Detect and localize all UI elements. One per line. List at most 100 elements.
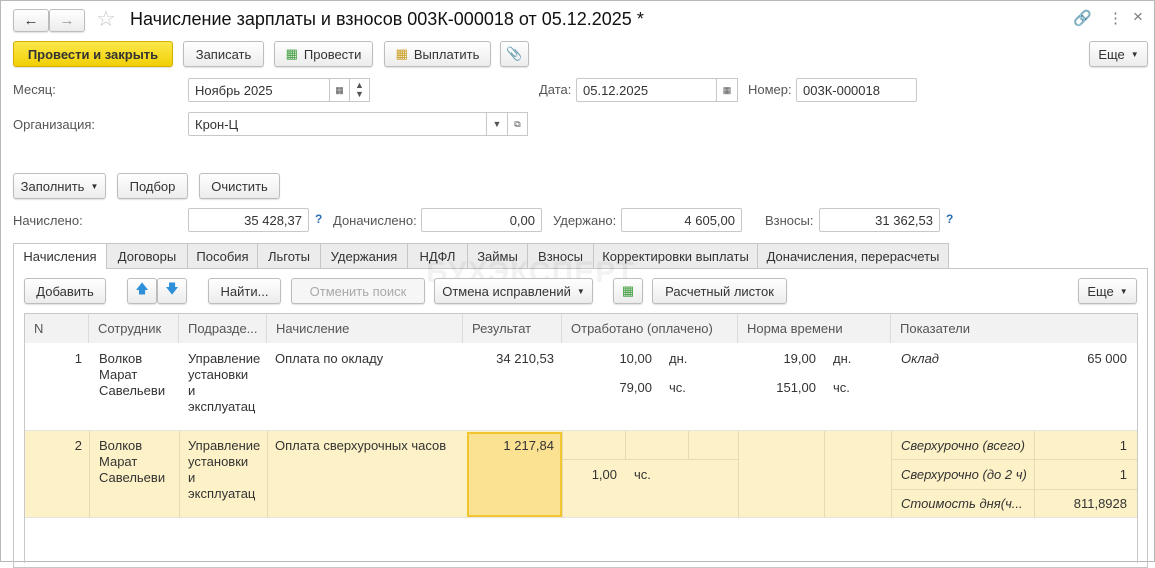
chevron-down-icon: ▼: [90, 181, 99, 191]
divider: [179, 431, 180, 518]
chevron-down-icon: ▼: [1119, 286, 1128, 296]
divider: [738, 431, 739, 518]
month-spinner[interactable]: ▲ ▼: [349, 78, 370, 102]
tab-accruals[interactable]: Начисления: [13, 243, 107, 269]
close-icon[interactable]: ×: [1133, 7, 1143, 27]
col-indicators[interactable]: Показатели: [891, 314, 1137, 343]
employee-line: Савельеви: [99, 383, 166, 398]
divider: [89, 431, 90, 518]
tab-recalculations[interactable]: Доначисления, перерасчеты: [757, 243, 949, 268]
clear-button[interactable]: Очистить: [199, 173, 280, 199]
accrued-field: 35 428,37: [188, 208, 309, 232]
document-window: ← → ☆ Начисление зарплаты и взносов 003К…: [0, 0, 1155, 568]
indicator-name: Оклад: [901, 351, 939, 366]
paperclip-icon: 📎: [506, 46, 523, 61]
col-employee[interactable]: Сотрудник: [89, 314, 179, 343]
chevron-down-icon: ▼: [1130, 49, 1139, 59]
open-icon[interactable]: ⧉: [507, 112, 528, 136]
employee-line: Волков: [99, 351, 143, 366]
col-accrual[interactable]: Начисление: [267, 314, 463, 343]
divider: [562, 459, 738, 460]
result-cell: 34 210,53: [496, 351, 554, 366]
more-icon[interactable]: ⋮: [1108, 9, 1123, 27]
table-more-button[interactable]: Еще ▼: [1078, 278, 1137, 304]
post-and-close-button[interactable]: Провести и закрыть: [13, 41, 173, 67]
attach-button[interactable]: 📎: [500, 41, 529, 67]
star-icon[interactable]: ☆: [96, 6, 116, 32]
move-down-button[interactable]: 🡇: [157, 278, 187, 304]
tab-benefits[interactable]: Пособия: [187, 243, 258, 268]
divider: [891, 431, 892, 518]
back-button[interactable]: ←: [13, 9, 49, 32]
tab-contracts[interactable]: Договоры: [106, 243, 188, 268]
worked-days-unit: дн.: [669, 351, 688, 366]
pay-label: Выплатить: [413, 46, 480, 62]
cancel-corrections-button[interactable]: Отмена исправлений ▼: [434, 278, 593, 304]
spin-down-icon[interactable]: ▼: [355, 90, 364, 99]
number-input[interactable]: 003К-000018: [796, 78, 917, 102]
move-up-button[interactable]: 🡅: [127, 278, 157, 304]
col-n[interactable]: N: [25, 314, 89, 343]
col-norm[interactable]: Норма времени: [738, 314, 891, 343]
date-label: Дата:: [539, 82, 572, 97]
withheld-label: Удержано:: [553, 213, 617, 228]
dept-line: и: [188, 383, 196, 398]
employee-line: Волков: [99, 438, 143, 453]
indicator-value: 1: [1119, 438, 1127, 453]
help-icon[interactable]: ?: [946, 212, 953, 226]
back-arrow-icon: ←: [23, 12, 39, 29]
find-button[interactable]: Найти...: [208, 278, 281, 304]
col-worked[interactable]: Отработано (оплачено): [562, 314, 738, 343]
employee-line: Марат: [99, 367, 138, 382]
calendar-icon[interactable]: ▦: [329, 78, 350, 102]
calendar-icon[interactable]: ▦: [716, 78, 738, 102]
col-department[interactable]: Подразде...: [179, 314, 267, 343]
date-input[interactable]: 05.12.2025: [576, 78, 717, 102]
tab-deductions[interactable]: Удержания: [320, 243, 408, 268]
dept-line: эксплуатац: [188, 399, 256, 414]
contrib-field: 31 362,53: [819, 208, 940, 232]
norm-days: 19,00: [783, 351, 816, 366]
indicator-value: 65 000: [1087, 351, 1127, 366]
organization-label: Организация:: [13, 117, 96, 132]
month-input[interactable]: Ноябрь 2025: [188, 78, 330, 102]
worked-hours-unit: чс.: [634, 467, 651, 482]
save-button[interactable]: Записать: [183, 41, 264, 67]
cancel-search-button[interactable]: Отменить поиск: [291, 278, 425, 304]
col-result[interactable]: Результат: [463, 314, 562, 343]
pay-icon: ▦: [395, 46, 408, 61]
select-button[interactable]: Подбор: [117, 173, 188, 199]
tab-privileges[interactable]: Льготы: [257, 243, 321, 268]
add-table-row-button[interactable]: ▦: [613, 278, 643, 304]
department-cell: Управление установки и эксплуатац: [188, 438, 260, 502]
dept-line: установки: [188, 367, 249, 382]
help-icon[interactable]: ?: [315, 212, 322, 226]
indicator-name: Сверхурочно (всего): [901, 438, 1025, 453]
post-button[interactable]: ▦ Провести: [274, 41, 373, 67]
extra-label: Доначислено:: [333, 213, 417, 228]
forward-button[interactable]: →: [49, 9, 85, 32]
link-icon[interactable]: 🔗: [1073, 9, 1092, 27]
accrued-label: Начислено:: [13, 213, 83, 228]
dropdown-icon[interactable]: ▼: [486, 112, 508, 136]
add-button[interactable]: Добавить: [24, 278, 106, 304]
norm-hours: 151,00: [776, 380, 816, 395]
more-label: Еще: [1087, 283, 1114, 299]
more-button[interactable]: Еще ▼: [1089, 41, 1148, 67]
organization-input[interactable]: Крон-Ц: [188, 112, 487, 136]
employee-line: Савельеви: [99, 470, 166, 485]
norm-days-unit: дн.: [833, 351, 852, 366]
result-cell: 1 217,84: [503, 438, 554, 453]
cancel-corrections-label: Отмена исправлений: [442, 283, 571, 299]
payslip-button[interactable]: Расчетный листок: [652, 278, 787, 304]
month-label: Месяц:: [13, 82, 56, 97]
divider: [891, 459, 1137, 460]
indicator-value: 1: [1119, 467, 1127, 482]
fill-label: Заполнить: [20, 178, 85, 194]
post-label: Провести: [303, 46, 362, 62]
worked-hours: 1,00: [591, 467, 617, 482]
fill-button[interactable]: Заполнить ▼: [13, 173, 106, 199]
extra-field: 0,00: [421, 208, 542, 232]
arrow-up-icon: 🡅: [135, 281, 149, 296]
pay-button[interactable]: ▦ Выплатить: [384, 41, 491, 67]
